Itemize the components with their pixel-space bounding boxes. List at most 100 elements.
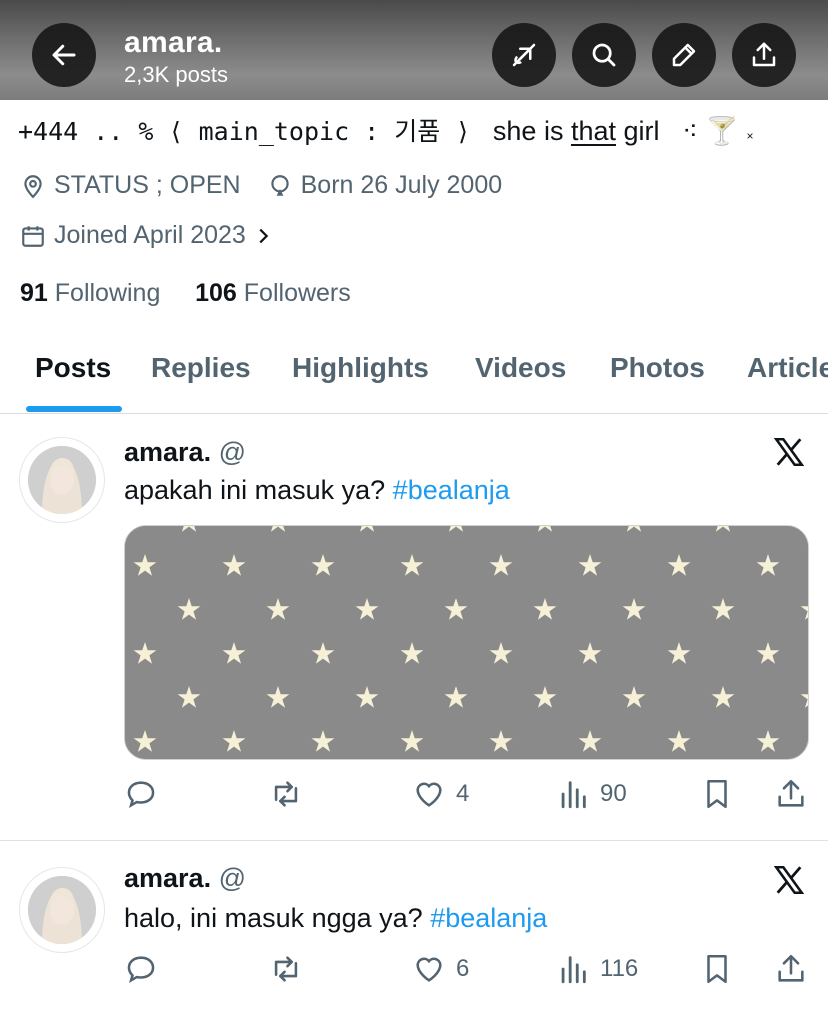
star-shape	[804, 526, 808, 532]
bookmark-button[interactable]	[700, 777, 734, 811]
post-hashtag[interactable]: #bealanja	[393, 475, 510, 505]
post-count: 2,3K posts	[124, 62, 228, 87]
avatar[interactable]	[19, 867, 105, 953]
repost-button[interactable]	[269, 952, 303, 986]
views-chart-icon	[561, 781, 586, 809]
profile-bio: +444 .. % ⟨ main_topic : 기품 ⟩ she is tha…	[18, 112, 754, 148]
search-icon	[592, 43, 616, 67]
post-body: halo, ini masuk ngga ya?	[124, 903, 423, 933]
views-chart-icon	[561, 956, 586, 984]
back-button[interactable]	[32, 23, 96, 87]
share-button[interactable]	[732, 23, 796, 87]
followers-link[interactable]: 106 Followers	[195, 279, 351, 307]
profile-name: amara.	[124, 26, 223, 59]
post-item[interactable]: amara. @ halo, ini masuk ngga ya? #beala…	[0, 845, 828, 1019]
joined-text: Joined April 2023	[54, 221, 246, 249]
profile-tabs: Posts Replies Highlights Videos Photos A…	[0, 330, 828, 414]
reply-icon	[127, 781, 155, 809]
post-text: halo, ini masuk ngga ya? #bealanja	[124, 903, 547, 934]
like-button[interactable]: 4	[412, 777, 469, 811]
bio-part-5: ⁖ 🍸	[682, 116, 740, 146]
back-arrow-icon	[52, 44, 76, 66]
follow-stats: 91 Following 106 Followers	[20, 279, 351, 308]
profile-header: amara. 2,3K posts	[0, 0, 828, 100]
tab-articles[interactable]: Articles	[747, 352, 828, 384]
share-icon	[778, 954, 804, 982]
heart-icon	[416, 782, 442, 807]
birthday-text: Born 26 July 2000	[300, 171, 503, 199]
bio-part-6: ×	[746, 129, 754, 143]
post-media[interactable]	[124, 525, 809, 760]
followers-count: 106	[195, 279, 237, 307]
tab-highlights[interactable]: Highlights	[292, 352, 429, 384]
author-name: amara.	[124, 863, 212, 893]
no-grok-icon	[512, 43, 536, 67]
heart-icon	[416, 957, 442, 982]
tab-replies[interactable]: Replies	[151, 352, 251, 384]
tab-posts[interactable]: Posts	[35, 352, 111, 384]
like-count: 4	[456, 780, 470, 807]
tab-videos[interactable]: Videos	[475, 352, 566, 384]
repost-icon	[274, 781, 298, 807]
post-author[interactable]: amara. @	[124, 863, 246, 894]
bio-part-1: +444 .. % ⟨ main_topic : 기품 ⟩	[18, 117, 471, 146]
joined-row[interactable]: Joined April 2023	[20, 221, 282, 250]
author-name: amara.	[124, 437, 212, 467]
profile-meta-row: STATUS ; OPEN Born 26 July 2000	[20, 171, 528, 200]
calendar-icon	[22, 225, 44, 247]
author-handle: @	[218, 437, 247, 467]
x-logo-icon	[773, 865, 805, 895]
share-post-button[interactable]	[774, 777, 808, 811]
bio-part-4: girl	[623, 116, 660, 146]
post-text: apakah ini masuk ya? #bealanja	[124, 475, 510, 506]
post-body: apakah ini masuk ya?	[124, 475, 386, 505]
author-handle: @	[218, 863, 247, 893]
avatar-image	[28, 446, 96, 514]
post-author[interactable]: amara. @	[124, 437, 246, 468]
following-count: 91	[20, 279, 48, 307]
following-label: Following	[54, 279, 161, 307]
bookmark-icon	[707, 779, 727, 809]
star-pattern-image	[125, 526, 808, 759]
edit-button[interactable]	[652, 23, 716, 87]
reply-icon	[127, 956, 155, 984]
views-count: 90	[600, 780, 627, 807]
post-divider	[0, 840, 828, 841]
balloon-icon	[270, 174, 289, 196]
location-item: STATUS ; OPEN	[20, 171, 241, 200]
like-button[interactable]: 6	[412, 952, 469, 986]
post-hashtag[interactable]: #bealanja	[430, 903, 547, 933]
share-icon	[778, 779, 804, 807]
edit-icon	[672, 43, 696, 67]
location-text: STATUS ; OPEN	[54, 171, 241, 199]
location-pin-icon	[24, 174, 42, 198]
x-logo-icon	[773, 437, 805, 467]
chevron-right-icon	[259, 228, 269, 243]
bio-part-2: she is	[492, 116, 564, 146]
reply-button[interactable]	[124, 952, 158, 986]
grok-off-button[interactable]	[492, 23, 556, 87]
bio-part-3: that	[570, 116, 617, 146]
views-button[interactable]: 90	[556, 777, 627, 811]
search-button[interactable]	[572, 23, 636, 87]
share-post-button[interactable]	[774, 952, 808, 986]
bookmark-icon	[707, 954, 727, 984]
birthday-item: Born 26 July 2000	[267, 171, 503, 200]
tab-photos[interactable]: Photos	[610, 352, 705, 384]
share-icon	[752, 42, 776, 67]
views-count: 116	[600, 955, 639, 982]
following-link[interactable]: 91 Following	[20, 279, 160, 307]
post-actions: 6 116	[124, 952, 814, 992]
post-actions: 4 90	[124, 777, 814, 817]
like-count: 6	[456, 955, 470, 982]
followers-label: Followers	[243, 279, 351, 307]
reply-button[interactable]	[124, 777, 158, 811]
bookmark-button[interactable]	[700, 952, 734, 986]
active-tab-indicator	[26, 406, 122, 412]
avatar[interactable]	[19, 437, 105, 523]
avatar-image	[28, 876, 96, 944]
post-item[interactable]: amara. @ apakah ini masuk ya? #bealanja …	[0, 415, 828, 840]
repost-button[interactable]	[269, 777, 303, 811]
views-button[interactable]: 116	[556, 952, 638, 986]
repost-icon	[274, 956, 298, 982]
